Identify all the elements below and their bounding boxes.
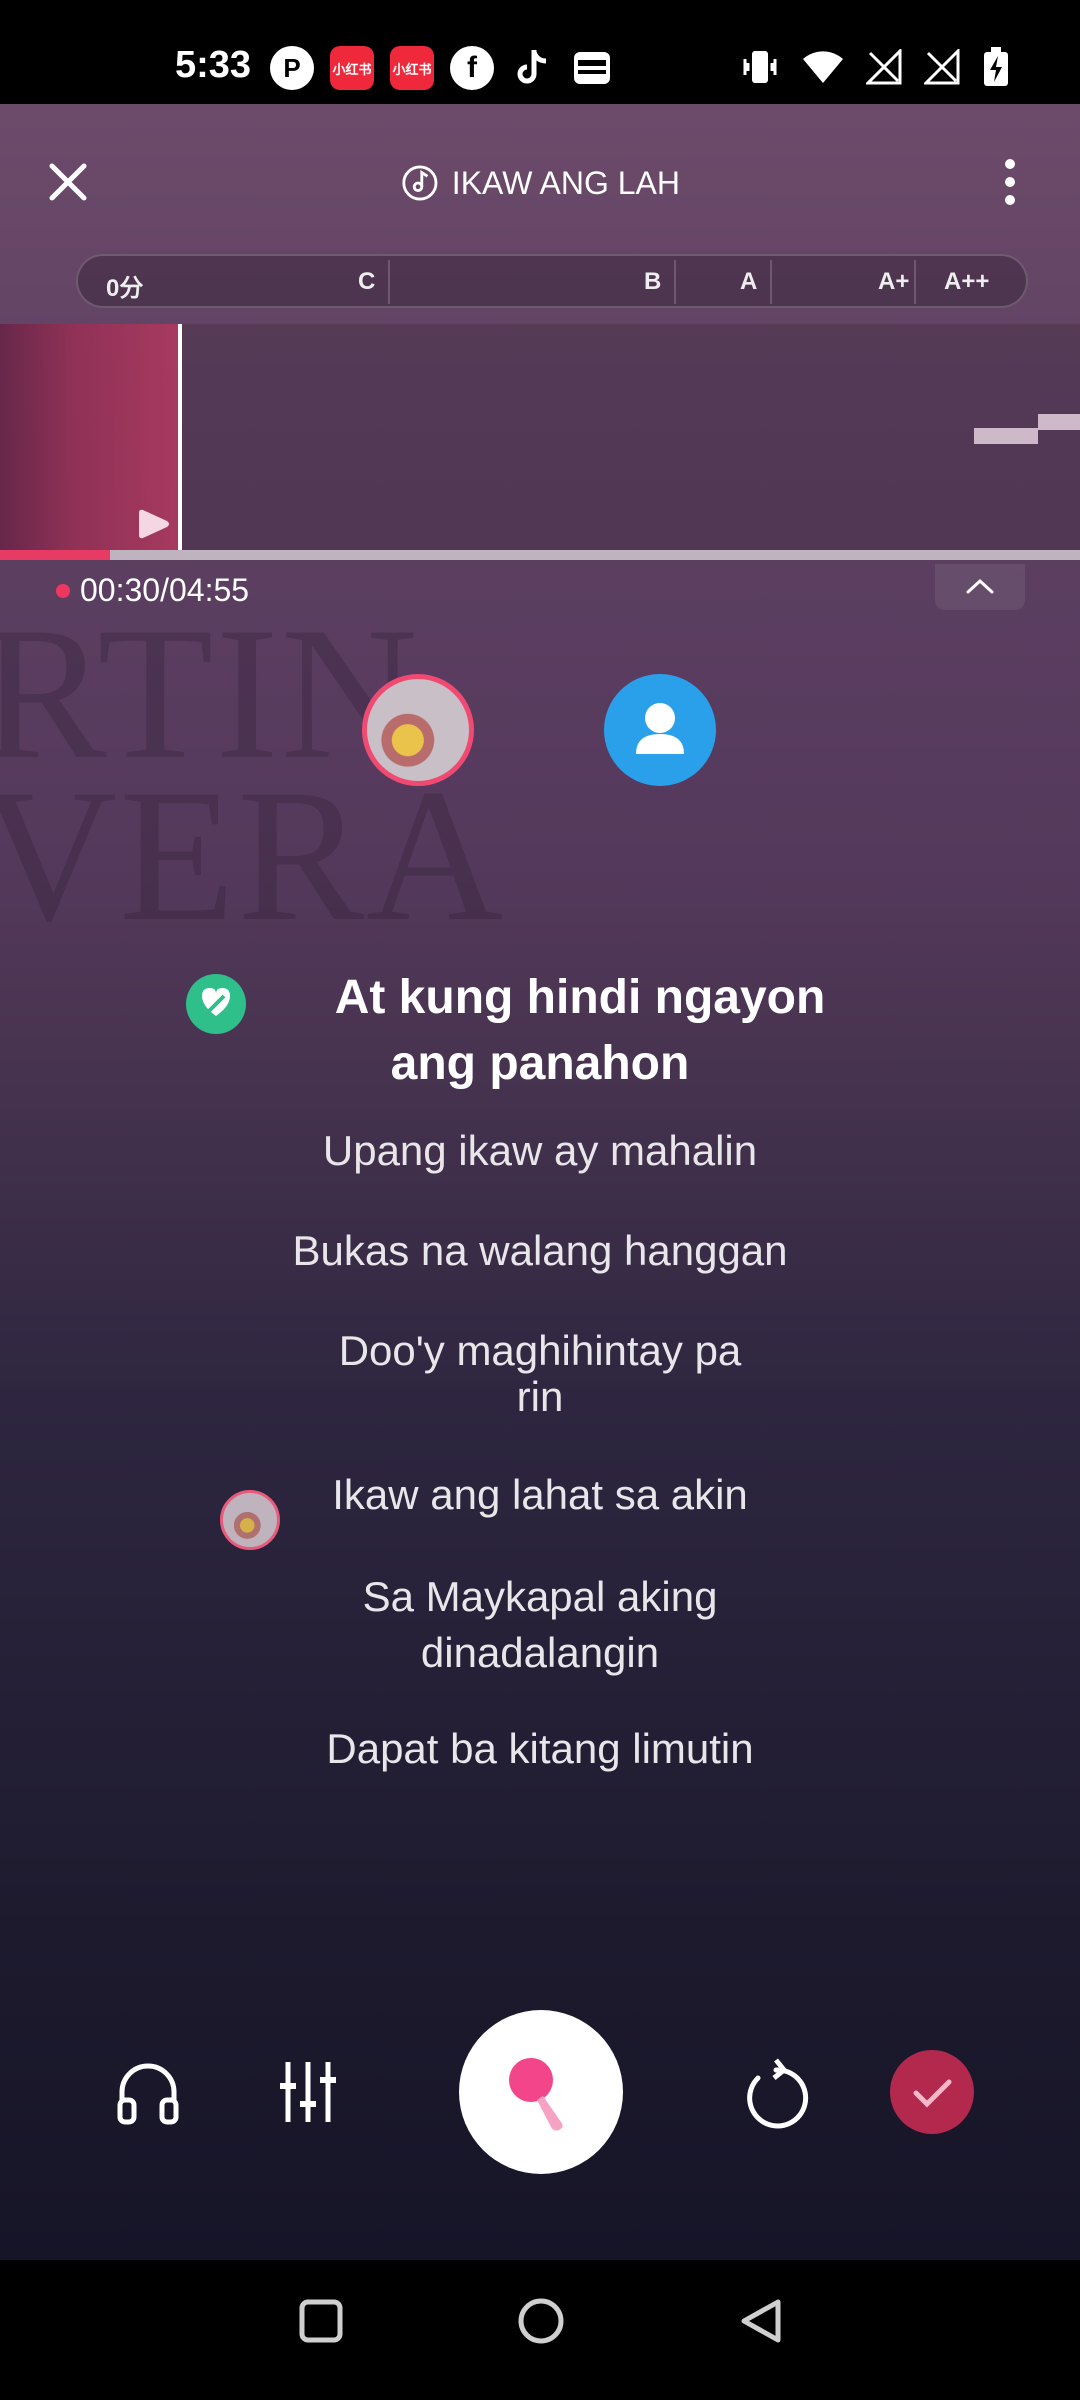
restart-icon (747, 2058, 809, 2129)
active-lyric-line-2: ang panahon (390, 1037, 690, 1090)
playback-time-text: 00:30/04:55 (80, 572, 250, 608)
lyric-line: rin (516, 1373, 564, 1420)
chevron-up-icon (966, 578, 994, 594)
headphones-icon (117, 2063, 179, 2125)
song-progress-fill (0, 550, 111, 560)
score-divider (674, 260, 676, 304)
person-icon (636, 703, 684, 754)
score-bar: 0分 C B A A+ A++ (76, 254, 1028, 308)
xiaohongshu-label: 小红书 (332, 61, 372, 77)
grade-a: A (740, 268, 758, 295)
grade-c: C (358, 268, 376, 295)
system-nav-bar (0, 2260, 1080, 2400)
pitch-cursor-line (178, 324, 182, 550)
xiaohongshu-icon: 小红书 (330, 46, 374, 90)
headphones-button[interactable] (108, 2052, 188, 2132)
score-value: 0分 (106, 275, 144, 302)
check-icon (913, 2079, 952, 2108)
lyric-line: Upang ikaw ay mahalin (322, 1127, 758, 1174)
playback-time: 00:30/04:55 (56, 572, 249, 609)
song-title: IKAW ANG LAH (451, 164, 680, 201)
restart-button[interactable] (736, 2052, 816, 2132)
more-options-button[interactable] (990, 154, 1030, 210)
score-divider (770, 260, 772, 304)
p-app-icon: P (270, 46, 314, 90)
vibrate-icon (743, 51, 777, 83)
recent-apps-icon[interactable] (296, 2296, 346, 2346)
tiktok-icon (510, 46, 554, 90)
more-vertical-icon (1005, 159, 1015, 205)
pitch-note (1038, 414, 1080, 430)
no-signal-icon (866, 49, 902, 85)
song-title-area: IKAW ANG LAH (400, 162, 680, 204)
grade-a-plus-plus: A++ (944, 268, 990, 295)
xiaohongshu-label: 小红书 (392, 61, 432, 77)
singer-avatar[interactable] (362, 674, 474, 786)
status-app-icons: P 小红书 小红书 f (270, 46, 614, 90)
mixer-button[interactable] (268, 2052, 348, 2132)
music-disc-icon (402, 165, 438, 201)
wallet-icon (570, 46, 614, 90)
karaoke-screen: RTIN VERA IKAW ANG LAH 0分 C B A A+ A++ 0… (0, 104, 1080, 2260)
pitch-indicator-icon (139, 509, 169, 539)
grade-a-plus: A+ (878, 268, 910, 295)
close-icon (49, 163, 87, 201)
lyric-line: Dapat ba kitang limutin (326, 1725, 754, 1772)
recording-dot (56, 583, 70, 598)
score-divider (388, 260, 390, 304)
status-time: 5:33 (175, 44, 252, 86)
finish-button[interactable] (890, 2050, 974, 2134)
lyric-line: Doo'y maghihintay pa (338, 1327, 742, 1374)
grade-b: B (644, 268, 662, 295)
wifi-icon (803, 51, 843, 83)
top-bar: IKAW ANG LAH (0, 104, 1080, 254)
back-icon[interactable] (734, 2294, 788, 2348)
pitch-note (974, 428, 1038, 444)
status-bar: 5:33 P 小红书 小红书 f (0, 0, 1080, 104)
song-progress-bar[interactable] (0, 550, 1080, 560)
lyric-line: Bukas na walang hanggan (292, 1227, 788, 1274)
home-icon[interactable] (514, 2294, 568, 2348)
record-button[interactable] (459, 2010, 623, 2174)
user-avatar[interactable] (604, 674, 716, 786)
microphone-icon (509, 2058, 563, 2131)
lyric-line: dinadalangin (420, 1629, 660, 1676)
score-divider (914, 260, 916, 304)
xiaohongshu-icon: 小红书 (390, 46, 434, 90)
status-right-icons (740, 46, 1010, 88)
active-lyric-line-1: At kung hindi ngayon (334, 971, 826, 1024)
lyric-line: Sa Maykapal aking (362, 1573, 718, 1620)
collapse-button[interactable] (935, 564, 1025, 610)
battery-charging-icon (984, 47, 1008, 86)
close-button[interactable] (40, 154, 96, 210)
lyric-line: Ikaw ang lahat sa akin (332, 1471, 748, 1518)
no-signal-icon (924, 49, 960, 85)
facebook-icon: f (450, 46, 494, 90)
equalizer-icon (280, 2062, 336, 2122)
